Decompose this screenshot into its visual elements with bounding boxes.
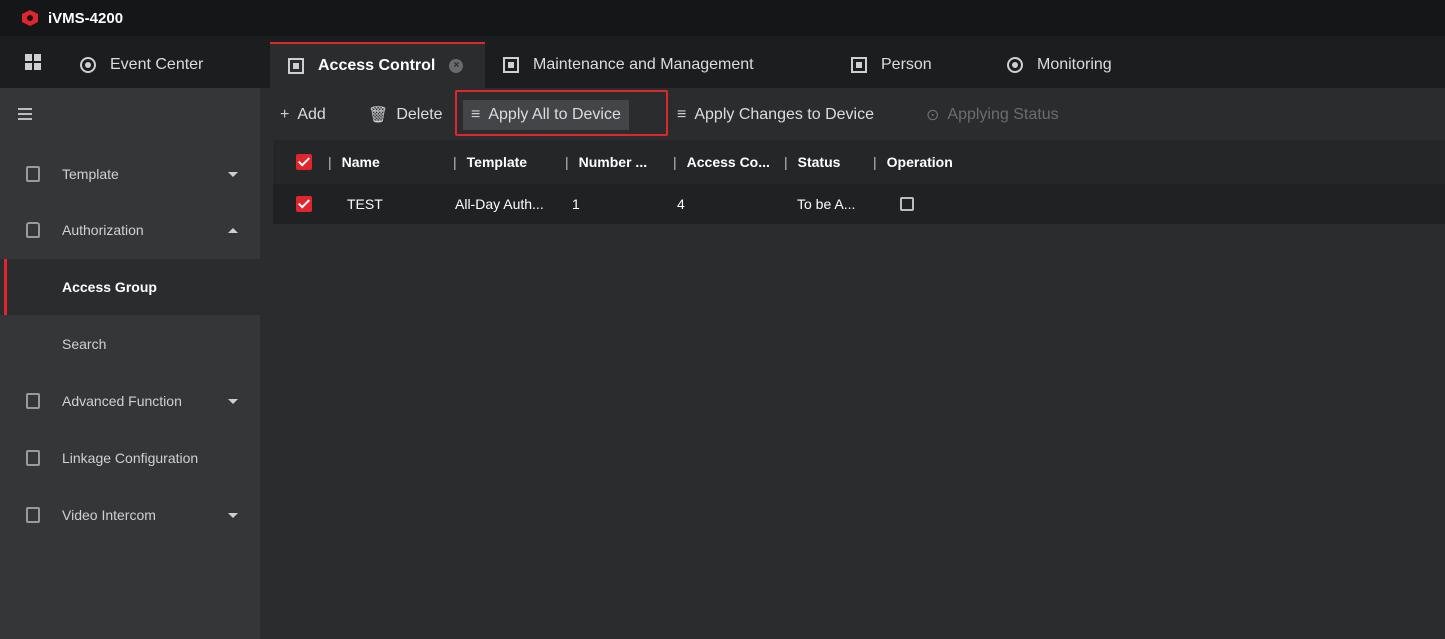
apply-changes-label: Apply Changes to Device	[694, 106, 874, 123]
cell-status: To be A...	[797, 196, 856, 212]
header-label: Access Co...	[686, 154, 770, 170]
table-header: | Name | Template | Number ... | Access Co..…	[273, 140, 1445, 184]
cell-number: 1	[572, 196, 580, 212]
sidebar-item-search[interactable]: Search	[0, 316, 260, 372]
cell-template: All-Day Auth...	[455, 196, 544, 212]
sidebar-item-label: Linkage Configuration	[62, 450, 199, 466]
applying-status-label: Applying Status	[947, 106, 1059, 123]
tab-maintenance[interactable]: Maintenance and Management	[503, 42, 754, 88]
cell-access: 4	[677, 196, 685, 212]
tab-label: Event Center	[110, 56, 204, 73]
download-circle-icon: ⊙	[926, 107, 940, 124]
cell-name: TEST	[347, 196, 383, 212]
sidebar-item-label: Video Intercom	[62, 507, 156, 523]
main-content: + Add 🗑 Delete ≡ Apply All to Device ≡ A…	[260, 88, 1445, 639]
sidebar-item-access-group[interactable]: Access Group	[0, 259, 260, 315]
apply-all-to-device-button[interactable]: ≡ Apply All to Device	[463, 100, 629, 130]
sidebar: Template Authorization Access Group Sear…	[0, 88, 260, 639]
chevron-up-icon	[228, 227, 238, 233]
intercom-icon	[26, 507, 40, 523]
menu-toggle-icon[interactable]	[18, 108, 32, 120]
plus-icon: +	[280, 106, 290, 123]
database-apply-icon: ≡	[471, 106, 481, 123]
alarm-icon	[80, 57, 96, 73]
tab-event-center[interactable]: Event Center	[80, 42, 203, 88]
tab-access-control[interactable]: Access Control ×	[270, 42, 485, 88]
close-tab-icon[interactable]: ×	[449, 59, 464, 73]
template-icon	[26, 166, 40, 182]
sidebar-item-label: Advanced Function	[62, 393, 182, 409]
applying-status-button[interactable]: ⊙ Applying Status	[926, 100, 1059, 130]
module-grid-icon[interactable]	[25, 54, 41, 70]
delete-button[interactable]: 🗑 Delete	[368, 100, 443, 130]
edit-icon[interactable]	[900, 197, 914, 211]
lock-icon	[26, 222, 40, 238]
sidebar-item-advanced-function[interactable]: Advanced Function	[0, 373, 260, 429]
chevron-down-icon	[228, 398, 238, 404]
delete-label: Delete	[396, 106, 443, 123]
settings-panel-icon	[503, 57, 519, 73]
header-label: Template	[466, 154, 528, 170]
camera-icon	[1007, 57, 1023, 73]
person-card-icon	[851, 57, 867, 73]
chevron-down-icon	[228, 512, 238, 518]
sidebar-item-label: Template	[62, 166, 119, 182]
title-bar: iVMS-4200	[0, 0, 1445, 36]
access-group-table: | Name | Template | Number ... | Access Co..…	[273, 140, 1445, 224]
table-row[interactable]: TEST All-Day Auth... 1 4 To be A...	[273, 184, 1445, 224]
header-label: Status	[797, 154, 841, 170]
advanced-function-icon	[26, 393, 40, 409]
tab-label: Monitoring	[1037, 56, 1112, 73]
column-header-status[interactable]: | Status	[784, 154, 840, 170]
column-header-access[interactable]: | Access Co...	[673, 154, 770, 170]
chevron-down-icon	[228, 171, 238, 177]
app-logo-icon	[22, 10, 38, 26]
tab-label: Maintenance and Management	[533, 56, 754, 73]
column-header-name[interactable]: | Name	[328, 154, 380, 170]
apply-all-label: Apply All to Device	[488, 106, 621, 123]
tab-person[interactable]: Person	[851, 42, 932, 88]
app-title: iVMS-4200	[48, 9, 124, 27]
tab-label: Person	[881, 56, 932, 73]
toolbar: + Add 🗑 Delete ≡ Apply All to Device ≡ A…	[260, 88, 1445, 140]
row-checkbox[interactable]	[296, 196, 312, 212]
sidebar-item-linkage-configuration[interactable]: Linkage Configuration	[0, 430, 260, 486]
sidebar-item-label: Search	[62, 336, 107, 352]
column-header-template[interactable]: | Template	[453, 154, 527, 170]
sidebar-item-authorization[interactable]: Authorization	[0, 202, 260, 258]
linkage-icon	[26, 450, 40, 466]
header-label: Number ...	[578, 154, 648, 170]
header-label: Operation	[886, 154, 953, 170]
sidebar-item-label: Access Group	[62, 279, 157, 295]
door-icon	[288, 58, 304, 74]
add-button[interactable]: + Add	[280, 100, 326, 130]
sidebar-item-template[interactable]: Template	[0, 146, 260, 202]
column-header-operation[interactable]: | Operation	[873, 154, 953, 170]
tab-monitoring[interactable]: Monitoring	[1007, 42, 1112, 88]
sidebar-item-video-intercom[interactable]: Video Intercom	[0, 487, 260, 543]
column-header-number[interactable]: | Number ...	[565, 154, 647, 170]
header-label: Name	[341, 154, 380, 170]
database-apply-icon: ≡	[677, 106, 687, 123]
trash-icon: 🗑	[368, 107, 389, 124]
add-label: Add	[297, 106, 326, 123]
tab-label: Access Control	[318, 57, 436, 74]
apply-changes-to-device-button[interactable]: ≡ Apply Changes to Device	[677, 100, 874, 130]
select-all-checkbox[interactable]	[296, 154, 312, 170]
sidebar-item-label: Authorization	[62, 222, 144, 238]
